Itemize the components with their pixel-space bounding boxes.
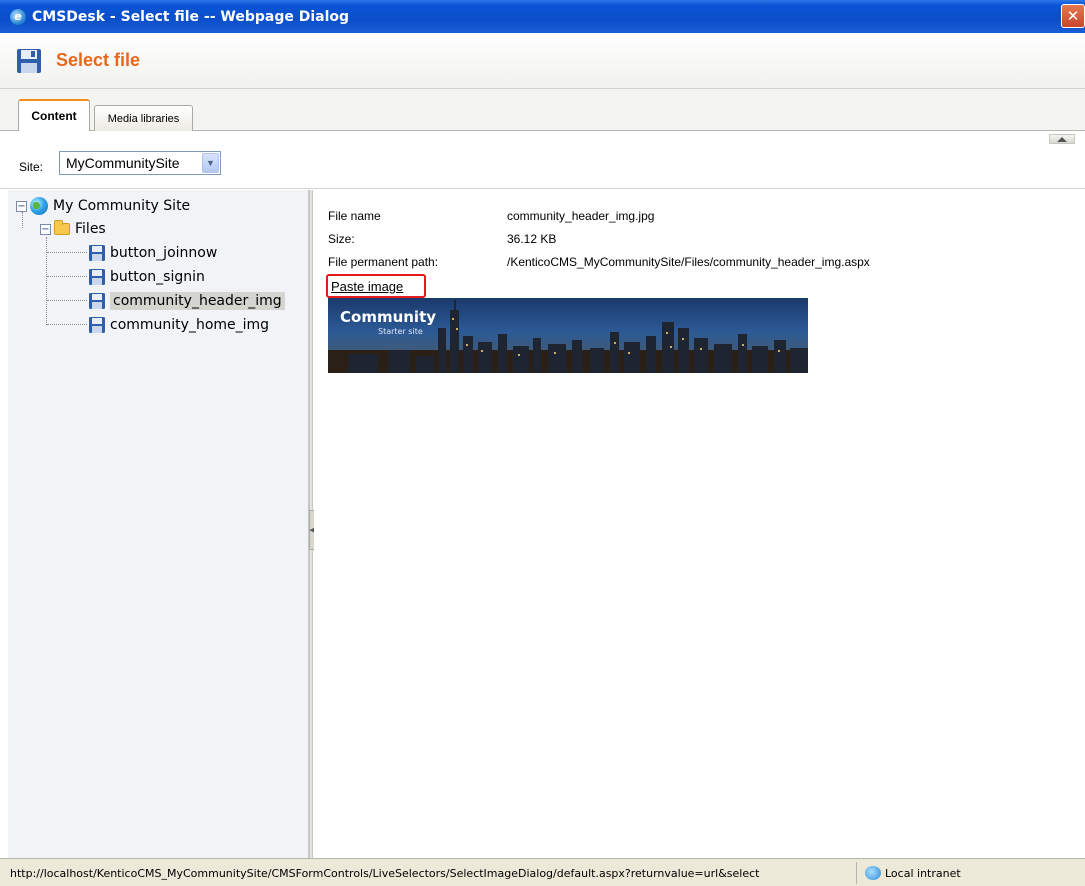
site-label: Site: xyxy=(19,160,44,174)
status-url: http://localhost/KenticoCMS_MyCommunityS… xyxy=(10,867,760,880)
tree-connector xyxy=(47,324,87,325)
site-select[interactable]: MyCommunitySite ▼ xyxy=(59,151,221,175)
collapse-up-icon xyxy=(1057,136,1067,142)
tab-content[interactable]: Content xyxy=(18,99,90,131)
security-zone-label: Local intranet xyxy=(885,866,961,880)
tree-node-root[interactable]: − My Community Site xyxy=(16,195,190,217)
paste-image-highlight: Paste image xyxy=(326,274,426,298)
tree-node-file[interactable]: community_home_img xyxy=(88,314,269,336)
tree-node-file-selected[interactable]: community_header_img xyxy=(88,290,285,312)
floppy-disk-icon xyxy=(89,245,105,261)
tree-connector xyxy=(47,300,87,301)
tree-node-label: My Community Site xyxy=(53,198,191,214)
size-value: 36.12 KB xyxy=(507,232,557,246)
tab-bar: Content Media libraries xyxy=(0,89,1085,131)
permanent-path-value: /KenticoCMS_MyCommunitySite/Files/commun… xyxy=(507,255,870,269)
folder-open-icon xyxy=(54,220,70,235)
permanent-path-label: File permanent path: xyxy=(328,255,439,269)
close-button[interactable]: ✕ xyxy=(1061,4,1085,28)
floppy-disk-icon xyxy=(89,317,105,333)
tree-node-label: button_joinnow xyxy=(110,245,218,261)
file-details-panel: File name community_header_img.jpg Size:… xyxy=(314,190,1085,858)
tree-connector xyxy=(47,252,87,253)
size-label: Size: xyxy=(328,232,355,246)
floppy-disk-icon xyxy=(89,269,105,285)
preview-brand-text: Community xyxy=(340,308,437,326)
tree-node-file[interactable]: button_signin xyxy=(88,266,205,288)
intranet-globe-icon xyxy=(865,866,881,880)
tree-node-label: community_home_img xyxy=(110,317,270,333)
dialog-window: e CMSDesk - Select file -- Webpage Dialo… xyxy=(0,0,1085,886)
chevron-down-icon[interactable]: ▼ xyxy=(202,153,219,173)
image-preview: Community Starter site xyxy=(328,298,808,373)
page-title: Select file xyxy=(56,50,141,70)
site-select-value: MyCommunitySite xyxy=(66,155,180,171)
window-title: CMSDesk - Select file -- Webpage Dialog xyxy=(32,8,350,25)
collapse-icon[interactable]: − xyxy=(40,223,51,235)
site-selector-row: Site: MyCommunitySite ▼ xyxy=(0,131,1085,189)
tree-node-label: button_signin xyxy=(110,269,205,285)
status-bar: http://localhost/KenticoCMS_MyCommunityS… xyxy=(0,858,1085,886)
file-name-label: File name xyxy=(328,209,381,223)
paste-image-link[interactable]: Paste image xyxy=(331,279,403,294)
tree-connector xyxy=(47,276,87,277)
tree-node-label: Files xyxy=(75,221,106,237)
tree-node-file[interactable]: button_joinnow xyxy=(88,242,217,264)
floppy-disk-icon xyxy=(89,293,105,309)
tree-node-files[interactable]: − Files xyxy=(40,218,106,240)
preview-subtitle-text: Starter site xyxy=(378,327,423,336)
panel-splitter[interactable]: ◀ xyxy=(309,190,315,858)
security-zone: Local intranet xyxy=(856,862,1016,884)
floppy-disk-icon xyxy=(17,48,41,73)
content-tree: − My Community Site − Files button_joinn… xyxy=(8,190,309,858)
collapse-header-button[interactable] xyxy=(1049,134,1075,144)
dialog-header: Select file xyxy=(0,33,1085,89)
tree-connector xyxy=(46,237,47,325)
internet-explorer-icon: e xyxy=(10,8,26,25)
collapse-icon[interactable]: − xyxy=(16,200,27,212)
tab-media-libraries[interactable]: Media libraries xyxy=(94,105,193,131)
title-bar: e CMSDesk - Select file -- Webpage Dialo… xyxy=(0,0,1085,33)
globe-icon xyxy=(30,197,48,215)
tree-node-label: community_header_img xyxy=(110,292,285,310)
file-name-value: community_header_img.jpg xyxy=(507,209,655,223)
